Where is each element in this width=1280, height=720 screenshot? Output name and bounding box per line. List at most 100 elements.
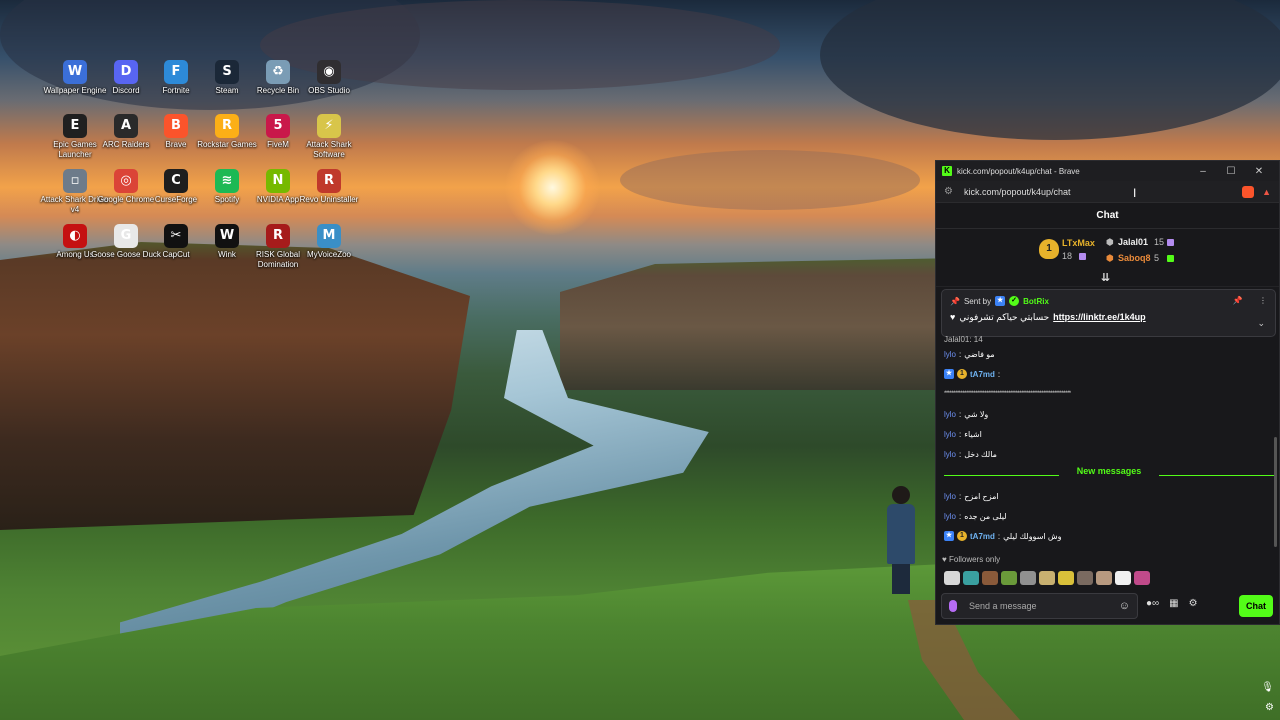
pinned-text: حسابتي حياكم تشرفوني bbox=[959, 312, 1050, 322]
verified-badge-icon: ✓ bbox=[1009, 296, 1020, 306]
more-options-icon[interactable]: ⋮ bbox=[1259, 296, 1267, 305]
address-bar: ⚙ kick.com/popout/k4up/chat ▲ bbox=[936, 181, 1279, 203]
desktop-shortcut[interactable]: M MyVoiceZoo bbox=[292, 224, 366, 276]
emote-icon[interactable] bbox=[1001, 571, 1017, 585]
pin-icon: 📌 bbox=[950, 296, 960, 306]
close-button[interactable]: ✕ bbox=[1245, 166, 1273, 177]
chat-username[interactable]: lylo bbox=[944, 450, 956, 459]
emote-icon[interactable] bbox=[1134, 571, 1150, 585]
fortnite-icon: F bbox=[164, 60, 188, 84]
title-bar: K kick.com/popout/k4up/chat - Brave – ☐ … bbox=[936, 161, 1279, 181]
tray-settings-icon[interactable]: ⚙ bbox=[1265, 702, 1274, 713]
emote-icon[interactable] bbox=[1020, 571, 1036, 585]
emoji-icon[interactable]: ☺ bbox=[1119, 600, 1130, 612]
chrome-icon: ◎ bbox=[114, 169, 138, 193]
nvidia-icon: N bbox=[266, 169, 290, 193]
attack-shark-icon: ⚡ bbox=[317, 114, 341, 138]
chat-messages: Jalal01: 14 lylo: مو فاضي ★ 1 tA7md: ********… bbox=[944, 335, 1274, 546]
chat-message: lylo: امزح امزح bbox=[944, 486, 1274, 506]
sub-badge-icon bbox=[1167, 239, 1174, 246]
chat-username[interactable]: lylo bbox=[944, 350, 956, 359]
third-place-icon: ⬢ bbox=[1106, 253, 1114, 263]
username-separator: : bbox=[959, 409, 962, 419]
settings-icon[interactable]: ⚙ bbox=[1189, 598, 1198, 609]
browser-window: K kick.com/popout/k4up/chat - Brave – ☐ … bbox=[935, 160, 1280, 625]
leader-first-name[interactable]: LTxMax bbox=[1062, 238, 1095, 248]
chat-username[interactable]: lylo bbox=[944, 492, 956, 501]
window-title: kick.com/popout/k4up/chat - Brave bbox=[957, 166, 1080, 176]
emote-bar bbox=[944, 571, 1150, 585]
chat-username[interactable]: lylo bbox=[944, 410, 956, 419]
chat-username[interactable]: lylo bbox=[944, 512, 956, 521]
emote-icon[interactable] bbox=[1115, 571, 1131, 585]
pinned-actions: 📌 ⋮ bbox=[1233, 296, 1267, 305]
emote-icon[interactable] bbox=[1077, 571, 1093, 585]
verified-badge-icon: ★ bbox=[944, 531, 954, 541]
brave-rewards-icon[interactable]: ▲ bbox=[1262, 187, 1271, 197]
chat-message-text: وش اسوولك ليلي bbox=[1003, 531, 1062, 541]
verified-badge-icon: ★ bbox=[944, 369, 954, 379]
kicks-icon[interactable]: ●∞ bbox=[1146, 598, 1159, 609]
chat-message: lylo: ولا شي bbox=[944, 404, 1274, 424]
chat-username[interactable]: tA7md bbox=[970, 532, 995, 541]
emote-icon[interactable] bbox=[982, 571, 998, 585]
chat-username[interactable]: tA7md bbox=[970, 370, 995, 379]
maximize-button[interactable]: ☐ bbox=[1217, 166, 1245, 177]
capcut-icon: ✂ bbox=[164, 224, 188, 248]
collapse-leaderboard-icon[interactable]: ⇊ bbox=[1101, 271, 1110, 284]
followers-only-label: Followers only bbox=[948, 555, 1001, 564]
send-chat-button[interactable]: Chat bbox=[1239, 595, 1273, 617]
gift-icon[interactable]: ▦ bbox=[1169, 598, 1178, 609]
desktop-shortcut[interactable]: ⚡ Attack Shark Software bbox=[292, 114, 366, 166]
wallpaper-engine-icon: W bbox=[63, 60, 87, 84]
chat-message: ★ 1 tA7md: bbox=[944, 364, 1274, 384]
chat-username[interactable]: lylo bbox=[944, 430, 956, 439]
spotify-icon: ≋ bbox=[215, 169, 239, 193]
emote-icon[interactable] bbox=[1096, 571, 1112, 585]
brave-shields-icon[interactable] bbox=[1242, 185, 1255, 198]
chat-message: lylo: ليلى من جده bbox=[944, 506, 1274, 526]
heart-icon: ♥ bbox=[942, 555, 947, 564]
username-separator: : bbox=[959, 349, 962, 359]
leader-second-name[interactable]: Jalal01 bbox=[1118, 237, 1148, 247]
url-field[interactable]: kick.com/popout/k4up/chat bbox=[964, 187, 1232, 197]
desktop-shortcut[interactable]: ◉ OBS Studio bbox=[292, 60, 366, 112]
leader-second-count: 15 bbox=[1154, 237, 1165, 247]
message-input[interactable]: Send a message ☺ bbox=[941, 593, 1138, 619]
chat-scrollbar[interactable] bbox=[1274, 437, 1277, 547]
pinned-sender[interactable]: BotRix bbox=[1023, 297, 1049, 306]
minimize-button[interactable]: – bbox=[1189, 166, 1217, 177]
chat-message: lylo: مو فاضي bbox=[944, 344, 1274, 364]
expand-chevron-icon[interactable]: ⌄ bbox=[1257, 318, 1265, 329]
emote-icon[interactable] bbox=[1039, 571, 1055, 585]
second-place-icon: ⬢ bbox=[1106, 237, 1114, 247]
emote-icon[interactable] bbox=[1058, 571, 1074, 585]
gifter-badge-icon: 1 bbox=[957, 531, 967, 541]
tray-microphone-icon[interactable]: 🎙 bbox=[1261, 682, 1274, 693]
risk-icon: R bbox=[266, 224, 290, 248]
microphone-icon bbox=[949, 600, 957, 612]
chat-message-text: مالك دخل bbox=[964, 449, 997, 459]
desktop-shortcut-label: OBS Studio bbox=[308, 86, 350, 95]
new-messages-divider[interactable]: New messages bbox=[944, 466, 1274, 484]
chat-message-text: ولا شي bbox=[964, 409, 989, 419]
bot-badge-icon: ★ bbox=[995, 296, 1006, 306]
site-settings-icon[interactable]: ⚙ bbox=[944, 186, 958, 197]
chat-message-text: ليلى من جده bbox=[964, 511, 1007, 521]
emote-icon[interactable] bbox=[963, 571, 979, 585]
username-separator: : bbox=[997, 531, 1001, 541]
emote-icon[interactable] bbox=[944, 571, 960, 585]
fivem-icon: 5 bbox=[266, 114, 290, 138]
pinned-link[interactable]: https://linktr.ee/1k4up bbox=[1053, 312, 1146, 323]
discord-icon: D bbox=[114, 60, 138, 84]
desktop-shortcut[interactable]: R Revo Uninstaller bbox=[292, 169, 366, 221]
leader-third-name[interactable]: Saboq8 bbox=[1118, 253, 1151, 263]
desktop-shortcut-label: Revo Uninstaller bbox=[299, 195, 359, 204]
partial-message: Jalal01: 14 bbox=[944, 334, 983, 344]
message-placeholder: Send a message bbox=[969, 601, 1037, 611]
chat-header: Chat bbox=[936, 203, 1279, 229]
username-separator: : bbox=[997, 369, 1001, 379]
username-separator: : bbox=[959, 449, 962, 459]
unpin-icon[interactable]: 📌 bbox=[1233, 296, 1243, 305]
username-separator: : bbox=[959, 511, 962, 521]
